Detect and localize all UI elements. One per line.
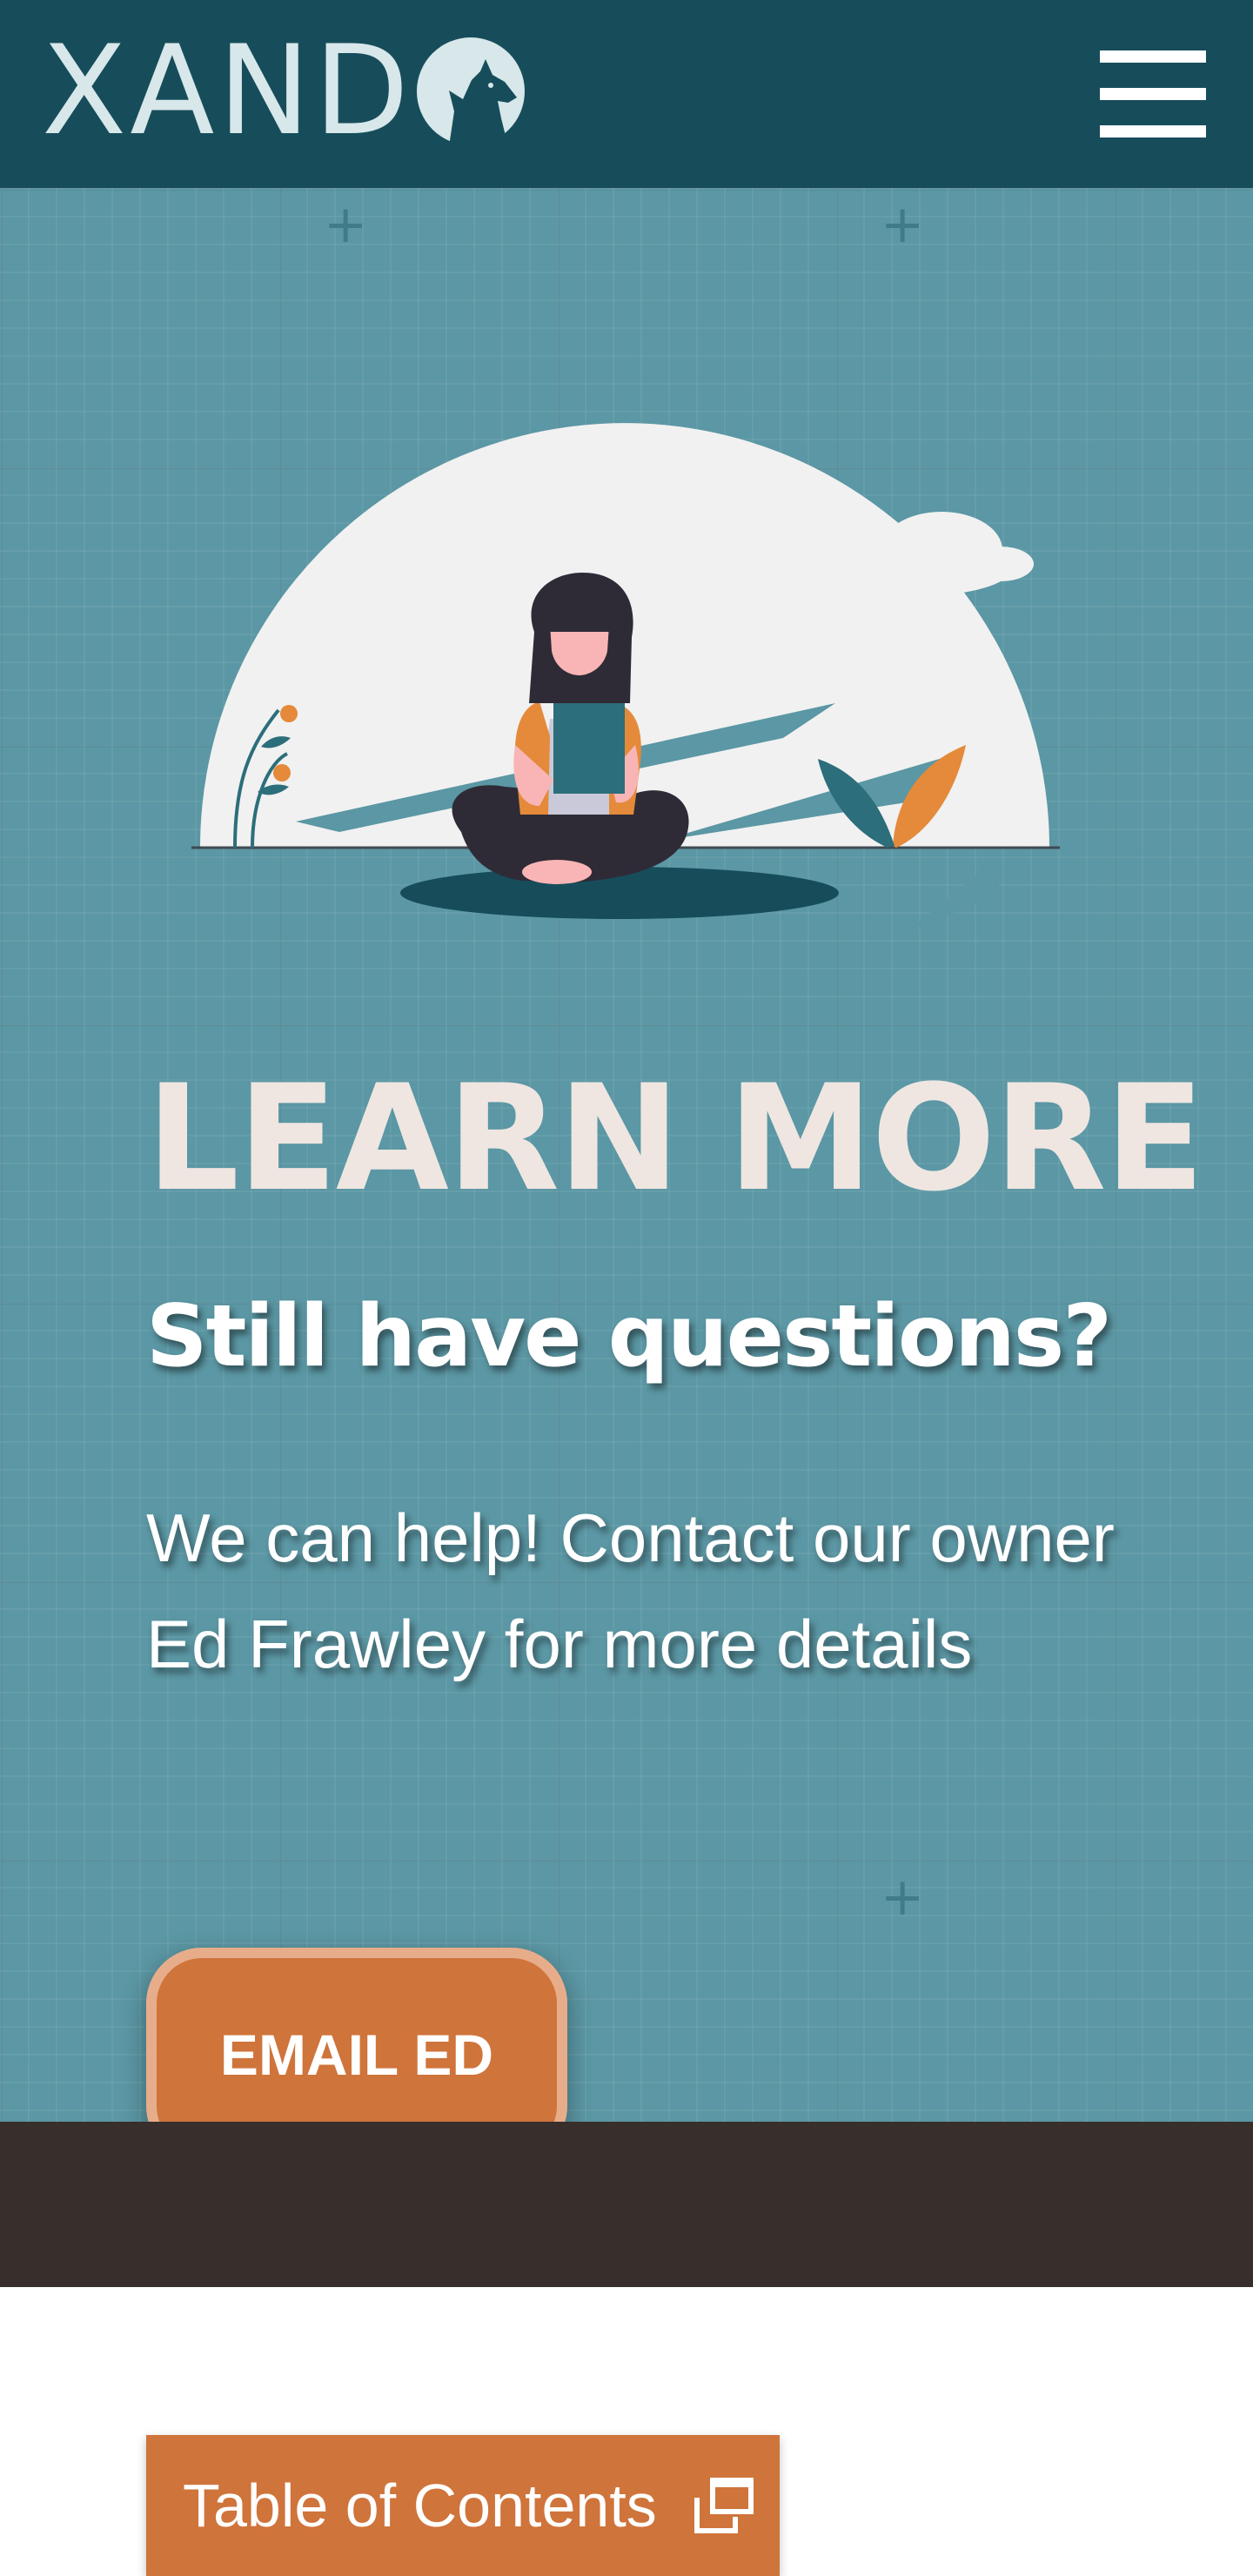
logo-text: XAND — [42, 19, 412, 163]
menu-line — [1100, 50, 1206, 63]
site-header: XAND — [0, 0, 1253, 188]
open-window-icon — [694, 2478, 754, 2533]
learn-more-section: + + + LEARN MORE Still have questions? W… — [0, 188, 1253, 2162]
site-logo[interactable]: XAND — [42, 30, 527, 153]
woman-reading-illustration — [191, 423, 1060, 933]
menu-line — [1100, 125, 1206, 138]
questions-subheading: Still have questions? — [146, 1287, 1112, 1386]
contact-description: We can help! Contact our owner Ed Frawle… — [146, 1499, 1115, 1682]
menu-line — [1100, 88, 1206, 100]
plus-decoration: + — [881, 1867, 925, 1928]
hamburger-menu-icon[interactable] — [1100, 50, 1206, 138]
wolf-head-logo-icon — [416, 37, 525, 146]
learn-more-heading: LEARN MORE — [146, 1053, 1204, 1224]
plus-decoration: + — [881, 194, 925, 255]
toc-label: Table of Contents — [183, 2472, 657, 2539]
footer-band — [0, 2122, 1253, 2287]
table-of-contents-button[interactable]: Table of Contents — [146, 2435, 780, 2576]
plus-decoration: + — [324, 194, 368, 255]
